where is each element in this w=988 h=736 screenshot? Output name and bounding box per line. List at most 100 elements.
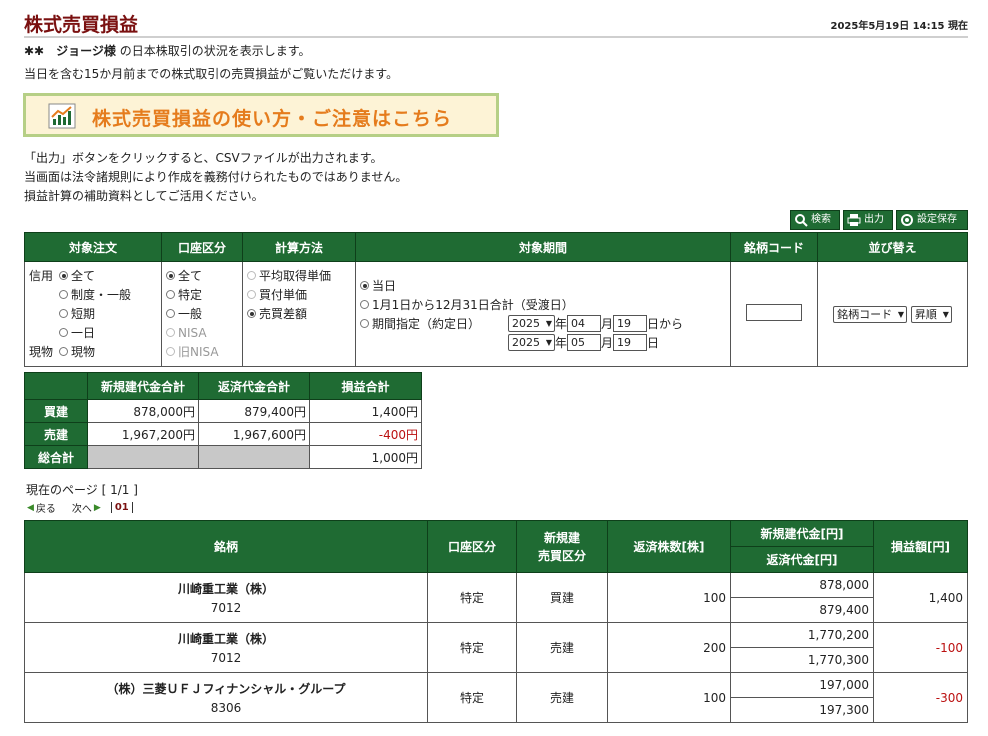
radio-calc-average[interactable] — [247, 271, 256, 280]
cell-pl: -100 — [873, 622, 968, 673]
magnifier-icon — [795, 214, 808, 227]
search-button-label: 検索 — [811, 214, 831, 225]
to-day-input[interactable]: 19 — [613, 334, 648, 351]
prev-arrow-icon: ◀ — [27, 502, 34, 513]
radio-calc-diff[interactable] — [247, 309, 256, 318]
radio-account-general[interactable] — [166, 309, 175, 318]
credit-label: 信用 — [29, 269, 54, 283]
cell-qty: 100 — [607, 672, 731, 723]
row-label: 総合計 — [24, 445, 88, 469]
unit-label: 年 — [555, 317, 568, 331]
cell-open: 1,770,200 — [730, 622, 874, 648]
radio-period-today[interactable] — [360, 281, 369, 290]
radio-label: 全て — [178, 269, 203, 283]
stock-name: 川崎重工業（株） — [177, 632, 274, 646]
cell-empty — [87, 445, 199, 469]
cell-empty — [198, 445, 310, 469]
radio-credit-system[interactable] — [59, 290, 68, 299]
code-input[interactable] — [746, 304, 802, 321]
radio-credit-day[interactable] — [59, 328, 68, 337]
next-link[interactable]: 次へ — [72, 500, 92, 515]
output-button-label: 出力 — [864, 214, 884, 225]
cell-pl: 1,000円 — [309, 445, 422, 469]
period-options: 当日 1月1日から12月31日合計（受渡日） 期間指定（約定日） 2025年 0… — [355, 261, 731, 367]
sum-header-close: 返済代金合計 — [198, 372, 310, 400]
intro-line-1: ✱✱ ジョージ様 の日本株取引の状況を表示します。 — [24, 42, 311, 61]
cell-pl: 1,400 — [873, 572, 968, 623]
col-calc: 計算方法 — [242, 232, 356, 262]
res-header-name: 銘柄 — [24, 520, 428, 573]
save-settings-label: 設定保存 — [917, 214, 957, 225]
cell-close: 197,300 — [730, 697, 874, 723]
cell-open: 1,967,200円 — [87, 422, 199, 446]
pager: ◀ 戻る 次へ ▶ 01 — [27, 500, 133, 515]
sort-key-select[interactable]: 銘柄コード — [833, 305, 908, 323]
radio-label: 特定 — [178, 288, 203, 302]
radio-account-old-nisa[interactable] — [166, 347, 175, 356]
next-arrow-icon: ▶ — [93, 502, 101, 513]
col-period: 対象期間 — [355, 232, 731, 262]
radio-period-range[interactable] — [360, 319, 369, 328]
user-name: ジョージ様 — [56, 44, 116, 58]
radio-account-tokutei[interactable] — [166, 290, 175, 299]
radio-label: 期間指定（約定日） — [372, 317, 481, 331]
radio-label: 平均取得単価 — [259, 269, 332, 283]
table-row: 売建 1,967,200円 1,967,600円 -400円 — [24, 422, 422, 446]
current-page: 現在のページ [ 1/1 ] — [26, 483, 138, 497]
cell-pl: 1,400円 — [309, 399, 422, 423]
radio-calc-purchase[interactable] — [247, 290, 256, 299]
unit-label: 月 — [601, 336, 614, 350]
radio-credit-short[interactable] — [59, 309, 68, 318]
from-month-input[interactable]: 04 — [567, 315, 602, 332]
radio-account-nisa[interactable] — [166, 328, 175, 337]
output-button[interactable]: 出力 — [843, 210, 893, 230]
row-label: 売建 — [24, 422, 88, 446]
radio-credit-all[interactable] — [59, 271, 68, 280]
sort-order-select[interactable]: 昇順 — [910, 305, 952, 323]
from-day-input[interactable]: 19 — [613, 315, 648, 332]
radio-label: 一般 — [178, 307, 203, 321]
cell-account: 特定 — [427, 572, 517, 623]
prev-link[interactable]: 戻る — [36, 500, 56, 515]
cell-qty: 100 — [607, 572, 731, 623]
radio-label: 売買差額 — [259, 307, 308, 321]
radio-spot[interactable] — [59, 347, 68, 356]
to-month-input[interactable]: 05 — [567, 334, 602, 351]
table-row: 買建 878,000円 879,400円 1,400円 — [24, 399, 422, 423]
radio-label: 一日 — [71, 326, 96, 340]
radio-account-all[interactable] — [166, 271, 175, 280]
note-1: 「出力」ボタンをクリックすると、CSVファイルが出力されます。 — [24, 151, 383, 165]
stock-name: （株）三菱ＵＦＪフィナンシャル・グループ — [106, 682, 346, 696]
table-row: 総合計 1,000円 — [24, 445, 422, 469]
radio-label: 当日 — [372, 279, 397, 293]
res-header-qty: 返済株数[株] — [607, 520, 731, 573]
radio-label: 旧NISA — [178, 345, 219, 359]
table-row: 川崎重工業（株） 7012 特定 売建 200 1,770,200 -100 — [24, 622, 968, 673]
radio-label: 制度・一般 — [71, 288, 132, 302]
printer-icon — [847, 214, 861, 226]
usage-guide-label: 株式売買損益の使い方・ご注意はこちら — [92, 108, 453, 130]
usage-guide-banner[interactable]: 株式売買損益の使い方・ご注意はこちら — [23, 93, 499, 137]
res-header-pl: 損益額[円] — [873, 520, 968, 573]
save-settings-button[interactable]: 設定保存 — [896, 210, 968, 230]
page-number-link[interactable]: 01 — [110, 502, 133, 513]
stock-name-cell: 川崎重工業（株） 7012 — [24, 572, 428, 623]
radio-period-year[interactable] — [360, 300, 369, 309]
account-options: 全て 特定 一般 NISA 旧NISA — [161, 261, 243, 367]
from-year-select[interactable]: 2025 — [508, 315, 555, 332]
to-year-select[interactable]: 2025 — [508, 334, 555, 351]
search-button[interactable]: 検索 — [790, 210, 840, 230]
cell-open: 197,000 — [730, 672, 874, 698]
radio-label: NISA — [178, 325, 207, 340]
cell-close: 1,770,300 — [730, 647, 874, 673]
radio-label: 短期 — [71, 307, 96, 321]
cell-pl: -300 — [873, 672, 968, 723]
page-header: 株式売買損益 2025年5月19日 14:15 現在 — [24, 8, 968, 38]
res-header-side: 新規建 売買区分 — [516, 520, 608, 573]
stock-name: 川崎重工業（株） — [177, 582, 274, 596]
sum-header-blank — [24, 372, 88, 400]
cell-close: 879,400円 — [198, 399, 310, 423]
cell-side: 売建 — [516, 622, 608, 673]
cell-close: 879,400 — [730, 597, 874, 623]
res-header-account: 口座区分 — [427, 520, 517, 573]
